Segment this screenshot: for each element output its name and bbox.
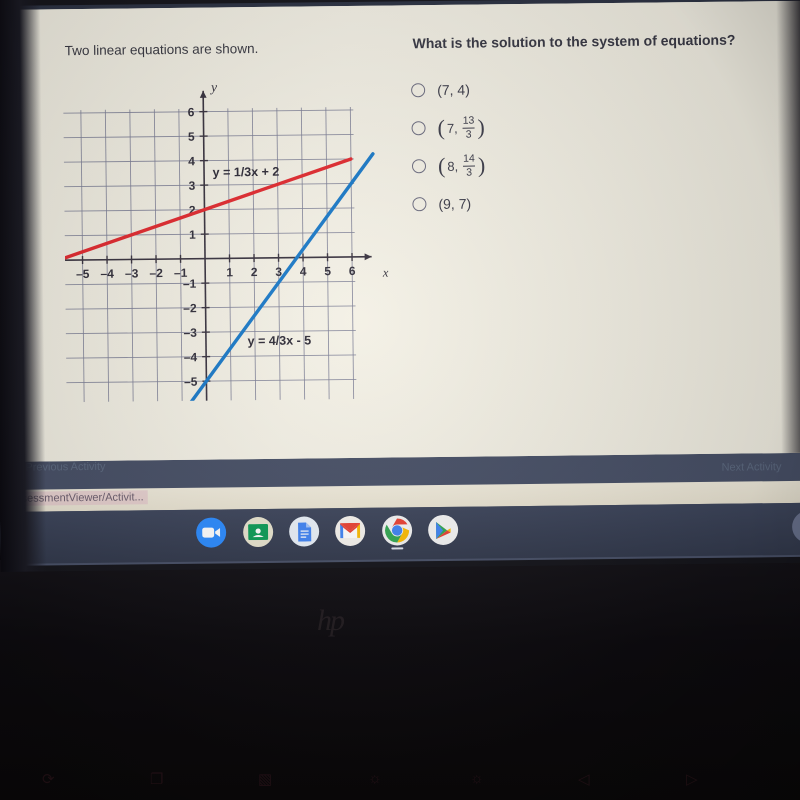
x-tick-label: 4 bbox=[300, 264, 307, 278]
option-label: (9, 7) bbox=[438, 195, 472, 212]
radio-button[interactable] bbox=[411, 159, 427, 174]
fraction-denominator: 3 bbox=[462, 127, 475, 140]
close-paren: ) bbox=[477, 152, 486, 178]
y-tick-label: –4 bbox=[184, 350, 198, 364]
assessment-page: Two linear equations are shown. What is … bbox=[2, 0, 800, 463]
function-key[interactable]: ▧ bbox=[258, 770, 272, 788]
function-key[interactable]: ▷ bbox=[686, 770, 698, 788]
option-x-value: 8, bbox=[447, 158, 459, 174]
chrome-icon[interactable] bbox=[381, 515, 413, 546]
y-tick-label: 4 bbox=[188, 154, 195, 168]
x-tick-label: 1 bbox=[226, 265, 233, 279]
grid-line-horizontal bbox=[62, 109, 354, 114]
x-tick-label: –3 bbox=[125, 266, 139, 280]
equation-label-1: y = 1/3x + 2 bbox=[213, 165, 280, 180]
screen-left-shadow bbox=[0, 0, 47, 572]
play-store-icon[interactable] bbox=[427, 514, 459, 546]
laptop-body bbox=[0, 560, 800, 800]
active-app-indicator bbox=[391, 547, 404, 550]
y-tick-label: –3 bbox=[183, 326, 197, 340]
x-axis bbox=[62, 255, 372, 262]
x-tick-label: –4 bbox=[100, 267, 114, 281]
zoom-icon[interactable] bbox=[195, 517, 227, 548]
y-tick-label: 5 bbox=[188, 130, 195, 144]
function-key[interactable]: ◁ bbox=[578, 770, 590, 788]
y-axis bbox=[202, 90, 208, 403]
close-paren: ) bbox=[477, 114, 485, 140]
open-paren: ( bbox=[437, 152, 446, 178]
fraction-numerator: 14 bbox=[463, 152, 475, 165]
laptop-screen: Two linear equations are shown. What is … bbox=[0, 0, 800, 572]
function-key[interactable]: ⟳ bbox=[42, 770, 55, 788]
fraction-numerator: 13 bbox=[462, 114, 475, 127]
coordinate-graph: –6–5–4–3–2–1123456654321–1–2–3–4–5–6 xy … bbox=[62, 63, 397, 403]
y-axis-arrow-up bbox=[199, 90, 207, 98]
radio-button[interactable] bbox=[412, 197, 427, 212]
grid-line-horizontal bbox=[62, 133, 354, 139]
next-activity-link[interactable]: Next Activity bbox=[721, 461, 781, 474]
screen-right-shadow bbox=[775, 0, 800, 454]
x-tick-label: 6 bbox=[349, 264, 356, 278]
answer-options[interactable]: (7, 4)(7, 13 3)(8, 14 3) (9, 7) bbox=[411, 67, 753, 223]
y-tick-label: 6 bbox=[188, 105, 195, 119]
fraction: 14 3 bbox=[463, 152, 475, 178]
hp-logo: hp bbox=[317, 604, 345, 637]
fraction-denominator: 3 bbox=[463, 165, 475, 178]
x-tick-label: –2 bbox=[149, 266, 163, 280]
y-tick-label: –2 bbox=[183, 301, 197, 315]
option-label: (7, 13 3) bbox=[437, 114, 485, 140]
option-opt-d[interactable]: (9, 7) bbox=[412, 181, 752, 223]
radio-button[interactable] bbox=[411, 121, 426, 136]
fraction: 13 3 bbox=[462, 114, 475, 140]
docs-icon[interactable] bbox=[288, 516, 320, 547]
x-tick-label: 2 bbox=[251, 265, 258, 279]
grid-line-horizontal bbox=[62, 158, 354, 163]
option-label: (8, 14 3) bbox=[437, 152, 486, 178]
equation-label-2: y = 4/3x - 5 bbox=[248, 333, 312, 348]
axis-ticks bbox=[81, 110, 353, 382]
y-tick-label: –5 bbox=[184, 375, 198, 389]
x-axis-arrow-right bbox=[364, 253, 372, 261]
function-key[interactable]: ❐ bbox=[150, 770, 163, 788]
axis-names: xy bbox=[209, 79, 389, 280]
laptop-photo: hp ⟳ ❐ ▧ ☼ ☼ ◁ ▷ Two linear equations are show… bbox=[0, 0, 800, 800]
option-opt-c[interactable]: (8, 14 3) bbox=[411, 143, 752, 185]
y-tick-label: –1 bbox=[183, 277, 197, 291]
action-bar: Mark this and return Save and Exit Next … bbox=[7, 406, 800, 463]
keyboard-function-row: ⟳ ❐ ▧ ☼ ☼ ◁ ▷ bbox=[0, 770, 800, 800]
x-tick-label: –5 bbox=[76, 267, 90, 281]
function-key[interactable]: ☼ bbox=[470, 770, 484, 787]
line-series-2 bbox=[186, 152, 375, 403]
option-label: (7, 4) bbox=[437, 81, 470, 98]
option-opt-b[interactable]: (7, 13 3) bbox=[411, 105, 751, 147]
x-axis-label: x bbox=[382, 266, 389, 280]
function-key[interactable]: ☼ bbox=[368, 770, 382, 787]
option-x-value: 7, bbox=[446, 120, 458, 136]
gmail-icon[interactable] bbox=[334, 515, 366, 547]
graph-svg: –6–5–4–3–2–1123456654321–1–2–3–4–5–6 xy … bbox=[62, 79, 389, 403]
grid-lines bbox=[62, 107, 357, 403]
y-tick-label: 1 bbox=[189, 228, 196, 242]
x-tick-label: 5 bbox=[324, 264, 331, 278]
classroom-icon[interactable] bbox=[242, 516, 274, 548]
y-axis-label: y bbox=[209, 79, 217, 94]
open-paren: ( bbox=[437, 114, 446, 140]
y-tick-label: 3 bbox=[188, 179, 195, 193]
radio-button[interactable] bbox=[411, 83, 426, 98]
option-opt-a[interactable]: (7, 4) bbox=[411, 67, 751, 109]
